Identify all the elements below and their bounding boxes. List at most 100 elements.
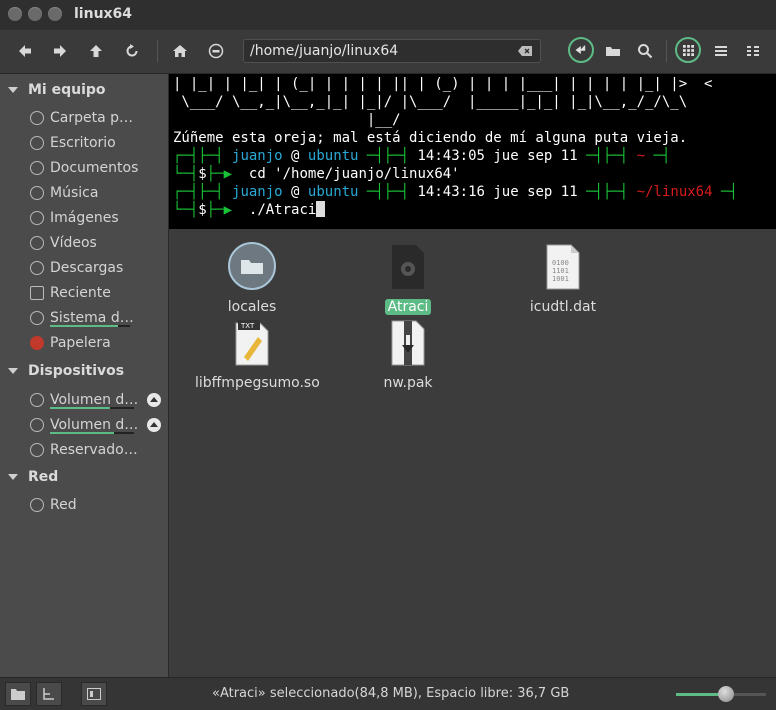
compact-list-icon (747, 46, 759, 56)
list-view-button[interactable] (707, 38, 735, 64)
grid-icon (682, 44, 694, 56)
eject-volume-1-button[interactable] (147, 393, 161, 407)
ascii-art-line-3: |__/ (173, 112, 401, 128)
ascii-art-line-1: | |_| | |_| | (_| | | | | || | (_) | | |… (173, 76, 713, 92)
command-line-2: └─┤$├─▶ ./Atraci (173, 201, 326, 219)
file-item-locales[interactable]: locales (192, 241, 312, 315)
file-item-nw-pak[interactable]: nw.pak (348, 319, 468, 391)
terminal-icon (575, 45, 586, 55)
collapse-triangle-icon (8, 368, 18, 374)
sidebar-item-home[interactable]: Carpeta p… (30, 107, 166, 129)
disk-usage-bar (50, 432, 114, 434)
disk-free-bar (110, 407, 134, 409)
prompt-line-2: ┌─┤├─┤ juanjo @ ubuntu ─┤├─┤ 14:43:16 ju… (173, 184, 738, 200)
file-item-atraci[interactable]: Atraci (348, 243, 468, 315)
sidebar-item-filesystem[interactable]: Sistema d… (30, 307, 166, 329)
toolbar-separator (666, 40, 667, 62)
list-icon (715, 46, 727, 56)
drive-icon (30, 393, 44, 407)
compact-view-button[interactable] (739, 38, 767, 64)
computer-button[interactable] (202, 38, 230, 64)
arrow-left-icon (19, 45, 31, 57)
maximize-window-button[interactable] (48, 7, 62, 21)
sidebar-section-mi-equipo[interactable]: Mi equipo (8, 82, 106, 98)
terminal-cursor (316, 201, 326, 217)
show-tree-button[interactable] (36, 682, 62, 706)
desktop-icon (30, 136, 44, 150)
folder-icon (228, 242, 276, 290)
embedded-terminal[interactable]: | |_| | |_| | (_| | | | | || | (_) | | |… (169, 74, 776, 229)
home-folder-icon (30, 111, 44, 125)
ascii-art-line-2: \___/ \__,_|\__,_|_| |_|/ |\___/ |_____|… (173, 94, 688, 110)
location-bar[interactable]: /home/juanjo/linux64 (243, 39, 541, 63)
svg-text:TXT: TXT (240, 322, 255, 330)
search-icon (638, 44, 653, 59)
downloads-icon (30, 261, 44, 275)
window-title: linux64 (74, 6, 133, 22)
sidebar-item-trash[interactable]: Papelera (30, 332, 166, 354)
status-text: «Atraci» seleccionado(84,8 MB), Espacio … (212, 686, 570, 701)
new-folder-button[interactable] (599, 38, 627, 64)
up-button[interactable] (82, 38, 110, 64)
drive-icon (30, 418, 44, 432)
open-terminal-button[interactable] (568, 37, 594, 63)
sidebar-item-downloads[interactable]: Descargas (30, 257, 166, 279)
music-icon (30, 186, 44, 200)
title-bar: linux64 (0, 0, 776, 30)
network-icon (30, 498, 44, 512)
status-bar: «Atraci» seleccionado(84,8 MB), Espacio … (0, 677, 776, 710)
disk-usage-bar (50, 407, 110, 409)
reload-button[interactable] (118, 38, 146, 64)
search-button[interactable] (631, 38, 659, 64)
documents-icon (30, 161, 44, 175)
binary-file-icon: 010011011001 (546, 244, 580, 290)
toolbar: /home/juanjo/linux64 (0, 30, 776, 74)
back-button[interactable] (11, 38, 39, 64)
disk-free-bar (114, 432, 134, 434)
arrow-right-icon (54, 45, 66, 57)
prompt-line-1: ┌─┤├─┤ juanjo @ ubuntu ─┤├─┤ 14:43:05 ju… (173, 148, 671, 164)
drive-icon (208, 43, 224, 59)
file-item-icudtl[interactable]: 0100 1101 1001 icudtl.dat (503, 243, 623, 315)
folder-icon (11, 689, 25, 700)
zoom-slider-knob[interactable] (717, 686, 734, 702)
forward-button[interactable] (46, 38, 74, 64)
sidebar-item-volume-2[interactable]: Volumen d… (30, 414, 140, 436)
show-places-button[interactable] (5, 682, 31, 706)
sidebar-section-dispositivos[interactable]: Dispositivos (8, 363, 124, 379)
videos-icon (30, 236, 44, 250)
command-line-1: └─┤$├─▶ cd '/home/juanjo/linux64' (173, 166, 460, 182)
disk-free-bar (118, 325, 130, 327)
collapse-triangle-icon (8, 87, 18, 93)
sidebar-section-red[interactable]: Red (8, 469, 58, 485)
text-file-icon: TXT (235, 320, 269, 366)
archive-file-icon (391, 320, 425, 366)
folder-icon (606, 47, 620, 56)
sidebar-toggle-icon (87, 688, 101, 700)
sidebar-item-network[interactable]: Red (30, 494, 166, 516)
minimize-window-button[interactable] (28, 7, 42, 21)
home-button[interactable] (166, 38, 194, 64)
eject-volume-2-button[interactable] (147, 418, 161, 432)
close-window-button[interactable] (8, 7, 22, 21)
sidebar-item-recent[interactable]: Reciente (30, 282, 166, 304)
trash-icon (30, 336, 44, 350)
sidebar-item-videos[interactable]: Vídeos (30, 232, 166, 254)
sidebar-item-pictures[interactable]: Imágenes (30, 207, 166, 229)
file-view[interactable]: locales Atraci 0100 1101 1001 icudtl.dat T… (169, 229, 776, 677)
executable-icon (392, 245, 424, 289)
pictures-icon (30, 211, 44, 225)
sidebar-item-volume-1[interactable]: Volumen d… (30, 389, 140, 411)
sidebar-item-documents[interactable]: Documentos (30, 157, 166, 179)
sidebar-item-reserved[interactable]: Reservado… (30, 439, 166, 461)
icon-view-button[interactable] (675, 37, 701, 63)
sidebar-item-music[interactable]: Música (30, 182, 166, 204)
toggle-sidebar-button[interactable] (81, 682, 107, 706)
disk-usage-bar (50, 325, 118, 327)
zoom-slider[interactable] (676, 686, 766, 702)
filesystem-icon (30, 311, 44, 325)
svg-text:0100: 0100 (552, 259, 569, 267)
sidebar-item-desktop[interactable]: Escritorio (30, 132, 166, 154)
clear-location-icon[interactable] (518, 46, 532, 56)
file-item-libffmpegsumo[interactable]: TXT libffmpegsumo.so (192, 319, 320, 391)
